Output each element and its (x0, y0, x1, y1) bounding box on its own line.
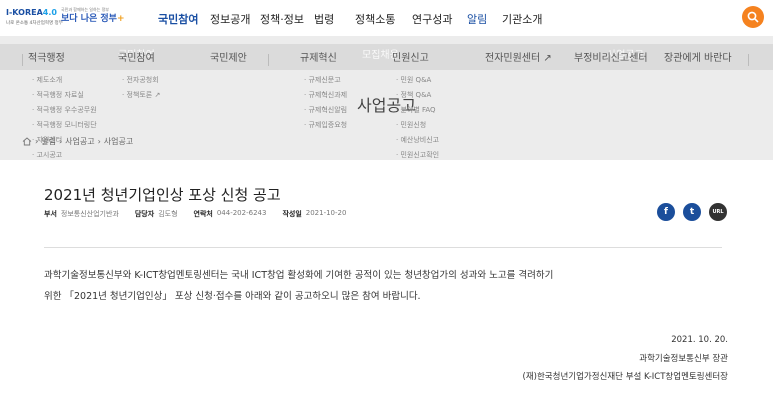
mega-link[interactable]: 적극행정 우수공무원 (32, 103, 96, 118)
divider (44, 247, 722, 248)
meta-dept-value: 정보통신산업기반과 (60, 210, 119, 218)
twitter-icon: t (689, 207, 695, 217)
breadcrumb: › 알림 › 사업공고 › 사업공고 (22, 136, 133, 147)
i-korea-logo: I-KOREA4.0 (6, 8, 57, 17)
twitter-share-button[interactable]: t (683, 203, 701, 221)
url-copy-button[interactable]: URL (709, 203, 727, 221)
nav-about[interactable]: 기관소개 (502, 11, 542, 27)
mega-head-e-civil[interactable]: 전자민원센터 ↗ (485, 49, 552, 64)
mega-link[interactable]: 제도소개 (32, 73, 97, 88)
mega-link[interactable]: 규제혁신과제 (304, 88, 347, 103)
facebook-share-button[interactable]: f (657, 203, 675, 221)
mega-link[interactable]: 정책 Q&A (396, 88, 439, 103)
hero-title: 사업공고 (357, 96, 416, 115)
mega-link[interactable]: 민원신청 (396, 118, 439, 133)
nav-notice[interactable]: 알림 (467, 11, 487, 27)
body-line: 위한 「2021년 청년기업인상」 포상 신청·접수를 아래와 같이 공고하오니… (44, 291, 421, 302)
page-hero: 사업공고 국민참여 모집채용 사업공고 적극행정 국민참여 국민제안 규제혁신 … (0, 36, 773, 160)
meta-date-label: 작성일 (282, 210, 302, 218)
mega-head-complaint[interactable]: 민원신고 (392, 49, 429, 64)
breadcrumb-sep: › (97, 137, 101, 146)
mega-separator (748, 54, 749, 66)
mega-link[interactable]: 전자공청회 (122, 73, 160, 88)
mega-link[interactable]: 민원신고확인 (396, 148, 439, 160)
mega-link[interactable]: 고시공고 (32, 148, 97, 160)
mega-head-participation[interactable]: 국민참여 (118, 49, 155, 64)
mega-head-proposal[interactable]: 국민제안 (210, 49, 247, 64)
mega-link[interactable]: 적극행정 모니터링단 (32, 118, 96, 133)
nav-laws[interactable]: 법령 (314, 11, 334, 27)
url-icon: URL (712, 209, 724, 215)
mega-link[interactable]: 민원 Q&A (396, 73, 439, 88)
mega-head-to-minister[interactable]: 장관에게 바란다 (664, 49, 732, 64)
mega-col-complaint: 민원 Q&A 정책 Q&A 분야별 FAQ 민원신청 예산낭비신고 민원신고확인 (396, 73, 439, 160)
i-korea-tagline: 나로 온소통 4차산업혁명 정부 (6, 20, 63, 26)
breadcrumb-sep: › (35, 137, 39, 146)
article-title: 2021년 청년기업인상 포상 신청 공고 (44, 186, 281, 204)
facebook-icon: f (664, 207, 668, 217)
mega-link[interactable]: 정책토론 ↗ (122, 88, 160, 103)
mega-col-regulation: 규제신문고 규제혁신과제 규제혁신알림 규제입증요청 (304, 73, 347, 133)
mega-col-participation: 전자공청회 정책토론 ↗ (122, 73, 160, 103)
search-icon (747, 11, 759, 23)
meta-dept-label: 부서 (44, 210, 57, 218)
article-body: 과학기술정보통신부와 K-ICT창업멘토링센터는 국내 ICT창업 활성화에 기… (44, 265, 734, 307)
breadcrumb-sep: › (58, 137, 63, 146)
home-icon[interactable] (22, 137, 32, 146)
article-meta: 부서 정보통신산업기반과 담당자 김도형 연락처 044-202-6243 작성… (44, 209, 358, 219)
meta-date-value: 2021-10-20 (305, 209, 347, 217)
breadcrumb-business-notice[interactable]: 사업공고 (65, 136, 94, 147)
breadcrumb-current[interactable]: 사업공고 (104, 136, 133, 147)
nav-policy-info[interactable]: 정책·정보 (260, 11, 304, 27)
mega-head-regulation[interactable]: 규제혁신 (300, 49, 337, 64)
gov-logo-text: 보다 나은 정부+ (61, 14, 125, 24)
breadcrumb-notice[interactable]: 알림 (41, 136, 56, 147)
mega-link[interactable]: 규제신문고 (304, 73, 347, 88)
meta-contact-value: 044-202-6243 (216, 209, 267, 217)
mega-link[interactable]: 적극행정 자료실 (32, 88, 97, 103)
mega-link[interactable]: 규제입증요청 (304, 118, 347, 133)
meta-manager-label: 담당자 (134, 210, 155, 218)
meta-manager-value: 김도형 (158, 210, 178, 218)
mega-link[interactable]: 분야별 FAQ (396, 103, 439, 118)
mega-link[interactable]: 예산낭비신고 (396, 133, 439, 148)
signatory-center: (재)한국청년기업가정신재단 부설 K-ICT창업멘토링센터장 (522, 372, 728, 382)
body-line: 과학기술정보통신부와 K-ICT창업멘토링센터는 국내 ICT창업 활성화에 기… (44, 270, 554, 281)
mega-link[interactable]: 규제혁신알림 (304, 103, 347, 118)
site-logo[interactable]: I-KOREA4.0 나로 온소통 4차산업혁명 정부 국민과 함께하는 일하는… (6, 7, 125, 28)
mega-head-active-admin[interactable]: 적극행정 (28, 49, 65, 64)
mega-head-corruption-report[interactable]: 부정비리신고센터 (574, 49, 648, 64)
mega-separator (268, 54, 269, 66)
nav-citizen-participation[interactable]: 국민참여 (158, 11, 198, 27)
mega-separator (22, 54, 23, 66)
notice-date: 2021. 10. 20. (671, 335, 728, 345)
nav-info-disclosure[interactable]: 정보공개 (210, 11, 250, 27)
nav-research-results[interactable]: 연구성과 (412, 11, 452, 27)
nav-policy-communication[interactable]: 정책소통 (355, 11, 395, 27)
mega-menu-bar: 국민참여 모집채용 사업공고 적극행정 국민참여 국민제안 규제혁신 민원신고 … (0, 44, 773, 70)
search-button[interactable] (742, 6, 764, 28)
meta-contact-label: 연락처 (193, 210, 213, 218)
signatory-minister: 과학기술정보통신부 장관 (639, 354, 728, 364)
site-header: I-KOREA4.0 나로 온소통 4차산업혁명 정부 국민과 함께하는 일하는… (0, 0, 773, 36)
